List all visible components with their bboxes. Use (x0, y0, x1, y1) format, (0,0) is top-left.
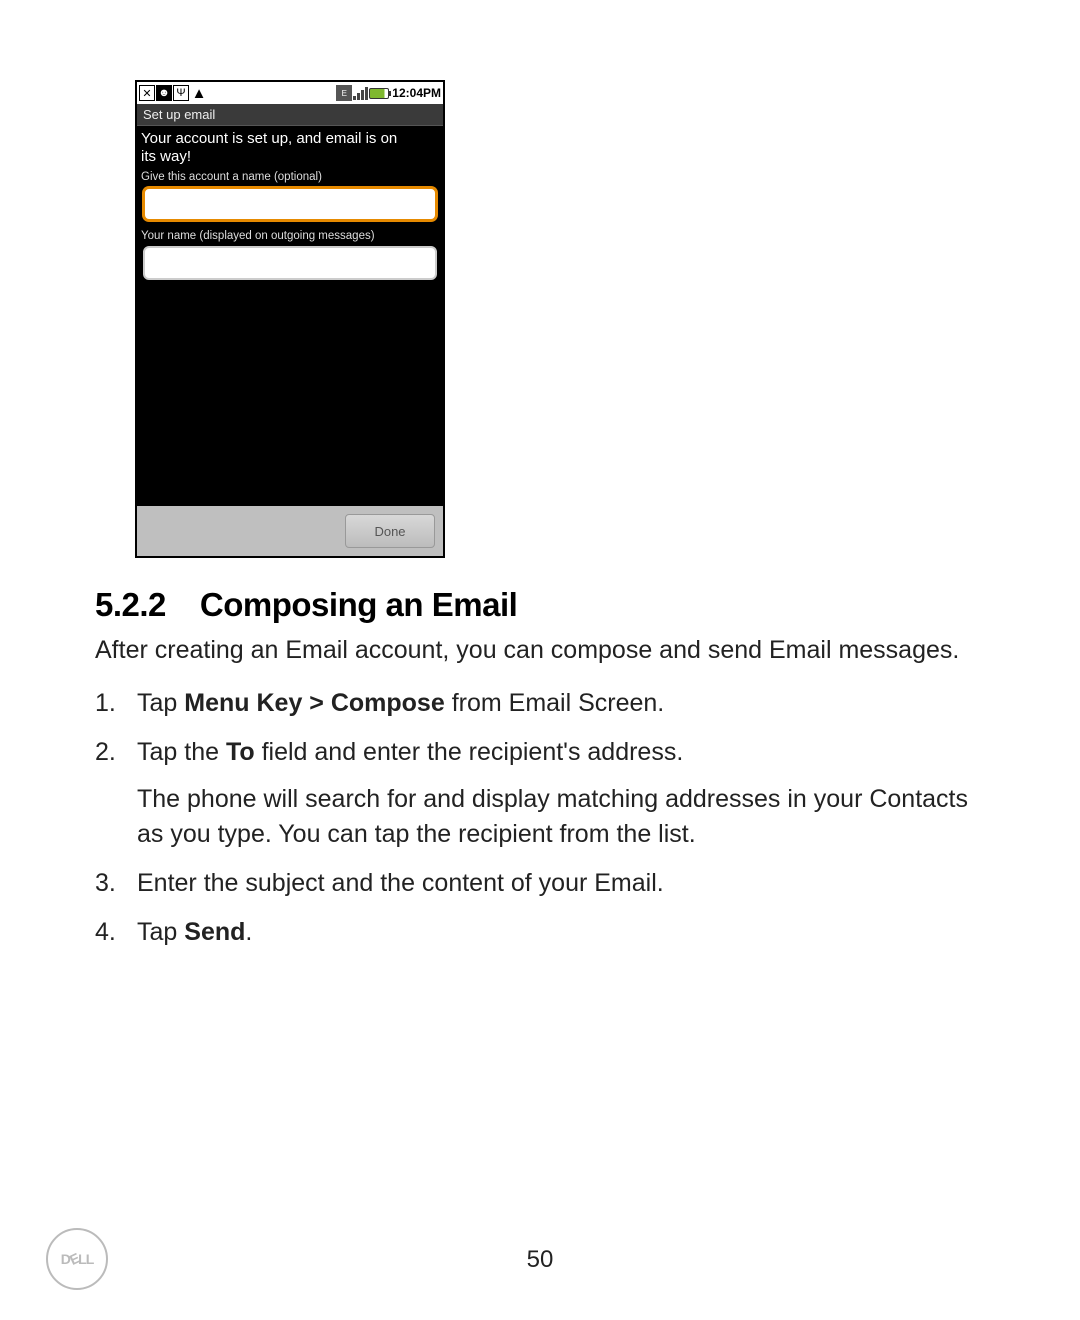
phone-body (137, 286, 443, 506)
list-item: 3. Enter the subject and the content of … (95, 866, 995, 901)
signal-icon (353, 86, 368, 100)
account-name-label: Give this account a name (optional) (137, 168, 443, 185)
screen-title: Set up email (137, 104, 443, 126)
step-body: Enter the subject and the content of you… (137, 866, 995, 901)
status-right-icons: E 12:04PM (336, 85, 441, 101)
bottom-bar: Done (137, 506, 443, 556)
setup-message-line1: Your account is set up, and email is on (141, 130, 397, 147)
warning-icon: ▲ (190, 84, 208, 102)
page-number: 50 (0, 1246, 1080, 1274)
step-number: 2. (95, 735, 137, 852)
step-number: 3. (95, 866, 137, 901)
your-name-label: Your name (displayed on outgoing message… (137, 227, 443, 244)
section-title: Composing an Email (200, 586, 517, 623)
dell-logo: DELL (46, 1228, 108, 1290)
list-item: 2. Tap the To field and enter the recipi… (95, 735, 995, 852)
status-left-icons: ✕ ☻ Ψ ▲ (139, 84, 208, 102)
section-number: 5.2.2 (95, 586, 166, 624)
section-intro: After creating an Email account, you can… (95, 634, 995, 668)
step-body: Tap Menu Key > Compose from Email Screen… (137, 686, 995, 721)
status-bar: ✕ ☻ Ψ ▲ E 12:04PM (137, 82, 443, 104)
steps-list: 1. Tap Menu Key > Compose from Email Scr… (95, 686, 995, 950)
status-time: 12:04PM (392, 86, 441, 100)
face-icon: ☻ (156, 85, 172, 101)
list-item: 4. Tap Send. (95, 915, 995, 950)
step-body: Tap Send. (137, 915, 995, 950)
account-name-input[interactable] (143, 187, 437, 221)
close-icon: ✕ (139, 85, 155, 101)
done-button[interactable]: Done (345, 514, 435, 548)
usb-icon: Ψ (173, 85, 189, 101)
section-heading: 5.2.2 Composing an Email (95, 586, 995, 624)
step-number: 4. (95, 915, 137, 950)
step-number: 1. (95, 686, 137, 721)
step-substep: The phone will search for and display ma… (137, 782, 995, 852)
data-icon: E (336, 85, 352, 101)
step-body: Tap the To field and enter the recipient… (137, 735, 995, 852)
battery-icon (369, 88, 389, 99)
phone-screenshot: ✕ ☻ Ψ ▲ E 12:04PM Set up email Your acco… (135, 80, 445, 558)
your-name-input[interactable] (143, 246, 437, 280)
setup-message: Your account is set up, and email is on … (137, 126, 443, 168)
setup-message-line2: its way! (141, 148, 191, 165)
list-item: 1. Tap Menu Key > Compose from Email Scr… (95, 686, 995, 721)
